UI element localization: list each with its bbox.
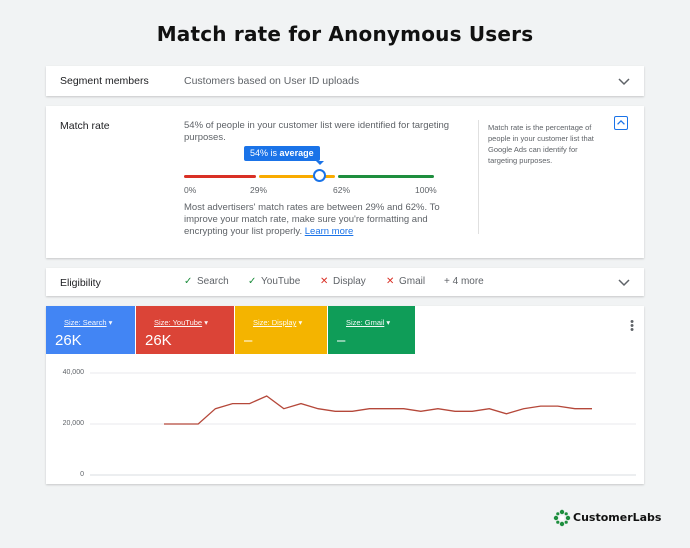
segment-members-label: Segment members <box>60 75 149 87</box>
badge-word: average <box>279 148 314 158</box>
badge-value: 54% <box>250 148 269 158</box>
eligibility-item-search: ✓ Search <box>184 276 229 287</box>
size-line-chart <box>90 372 636 476</box>
badge-suffix: is <box>270 148 278 158</box>
tick-label: 0% <box>184 185 197 195</box>
brand-logo: CustomerLabs <box>553 509 661 527</box>
match-rate-description: 54% of people in your customer list were… <box>184 120 450 143</box>
match-rate-note: Most advertisers' match rates are betwee… <box>184 202 444 238</box>
range-high-bar <box>338 175 434 178</box>
page-title: Match rate for Anonymous Users <box>156 22 534 46</box>
eligibility-item-label: Gmail <box>399 276 426 287</box>
learn-more-link[interactable]: Learn more <box>305 226 354 237</box>
eligibility-item-label: Display <box>333 276 366 287</box>
eligibility-item-label: YouTube <box>261 276 301 287</box>
eligibility-row[interactable]: Eligibility ✓ Search ✓ YouTube ✕ Display ✕ G… <box>46 268 644 296</box>
brand-name: CustomerLabs <box>573 511 662 524</box>
badge-pointer <box>316 161 324 165</box>
tick-label: 62% <box>333 185 351 195</box>
segment-members-row[interactable]: Segment members Customers based on User … <box>46 66 644 96</box>
eligibility-item-gmail: ✕ Gmail <box>386 276 425 287</box>
vertical-divider <box>478 120 479 234</box>
eligibility-item-label: Search <box>197 276 229 287</box>
eligibility-more[interactable]: + 4 more <box>444 276 484 287</box>
segment-members-value: Customers based on User ID uploads <box>184 75 360 87</box>
chevron-down-icon[interactable] <box>618 277 630 287</box>
match-rate-card: Match rate 54% of people in your custome… <box>46 106 644 258</box>
eligibility-label: Eligibility <box>60 277 101 289</box>
eligibility-item-display: ✕ Display <box>320 276 366 287</box>
check-icon: ✓ <box>184 276 193 287</box>
match-rate-help-text: Match rate is the percentage of people i… <box>488 123 594 165</box>
match-rate-label: Match rate <box>60 120 110 132</box>
series-line <box>164 395 592 425</box>
chevron-down-icon[interactable] <box>618 76 630 86</box>
customerlabs-logo-icon <box>553 509 571 527</box>
cross-icon: ✕ <box>386 276 395 287</box>
match-rate-marker <box>312 169 326 182</box>
eligibility-item-youtube: ✓ YouTube <box>248 276 300 287</box>
size-chart-card: Size: Search ▾ 26K Size: YouTube ▾ 26K S… <box>46 306 644 484</box>
tick-label: 29% <box>250 185 268 195</box>
match-rate-badge: 54% is average <box>244 146 320 161</box>
check-icon: ✓ <box>248 276 257 287</box>
cross-icon: ✕ <box>320 276 329 287</box>
range-low-bar <box>184 175 256 178</box>
tick-label: 100% <box>415 185 437 195</box>
chevron-up-icon[interactable] <box>614 116 628 130</box>
